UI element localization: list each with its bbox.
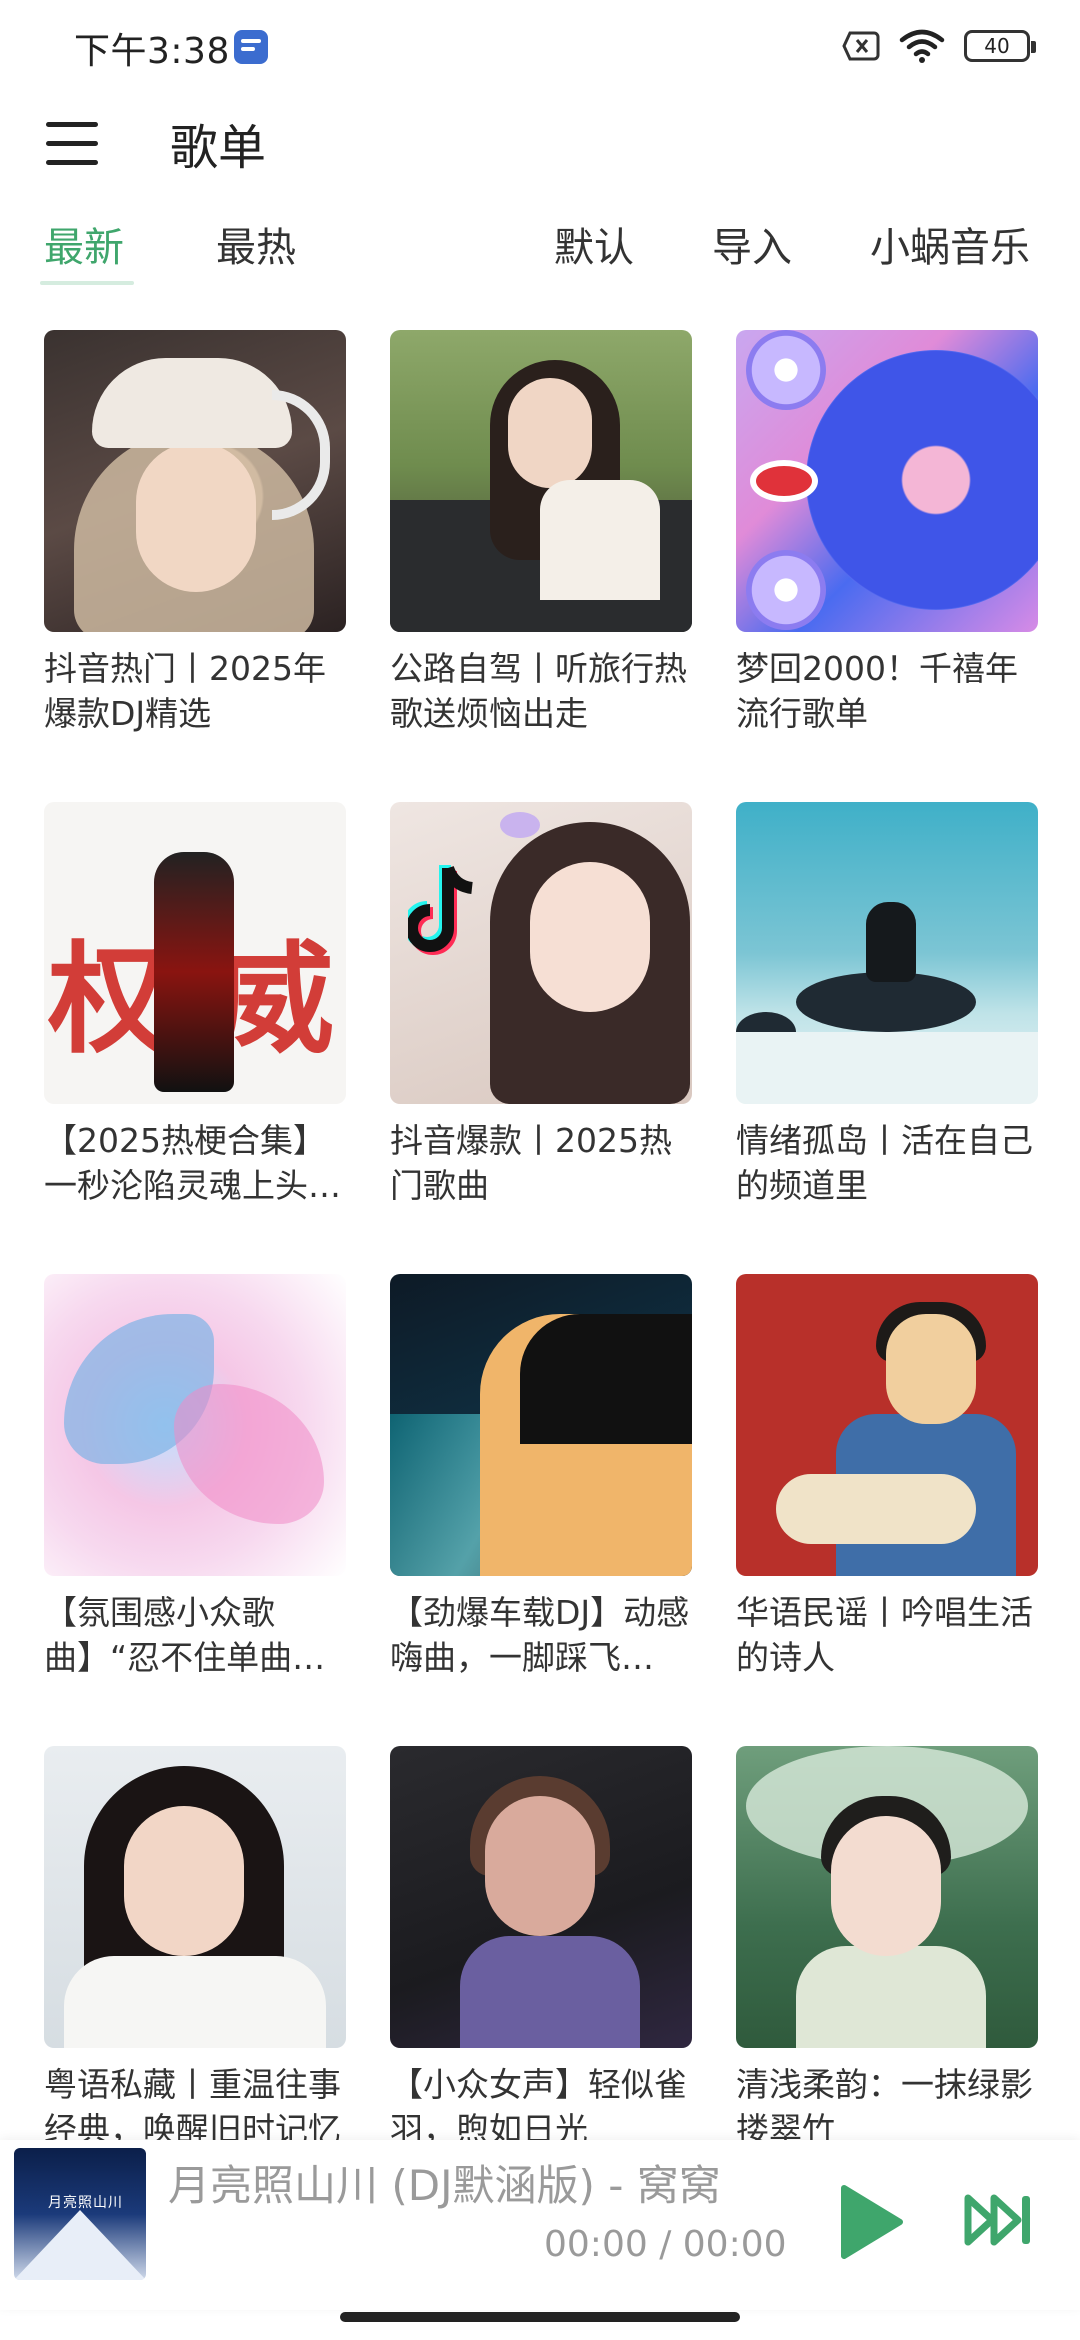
playlist-title: 情绪孤岛丨活在自己的频道里 — [736, 1121, 1033, 1205]
tab-bar: 最新 最热 默认 导入 小蜗音乐 — [0, 215, 1080, 295]
playlist-card[interactable]: 权威 【2025热梗合集】一秒沦陷灵魂上头… — [44, 802, 346, 1208]
playlist-card[interactable]: 粤语私藏丨重温往事经典，唤醒旧时记忆 — [44, 1746, 346, 2152]
playlist-title: 抖音爆款丨2025热门歌曲 — [390, 1121, 672, 1205]
playlist-card[interactable]: 公路自驾丨听旅行热歌送烦恼出走 — [390, 330, 692, 736]
playlist-card[interactable]: 【小众女声】轻似雀羽，煦如日光 — [390, 1746, 692, 2152]
next-track-button[interactable] — [962, 2190, 1038, 2250]
playlist-title: 【劲爆车载DJ】动感嗨曲，一脚踩飞… — [390, 1593, 690, 1677]
music-app-icon — [234, 30, 268, 64]
playlist-cover — [44, 330, 346, 632]
playlist-card[interactable]: 情绪孤岛丨活在自己的频道里 — [736, 802, 1038, 1208]
playlist-title: 公路自驾丨听旅行热歌送烦恼出走 — [390, 649, 687, 733]
playlist-card[interactable]: 【氛围感小众歌曲】“忍不住单曲循环！” — [44, 1274, 346, 1680]
now-playing-cover[interactable]: 月亮照山川 — [14, 2148, 146, 2280]
playlist-card[interactable]: 【劲爆车载DJ】动感嗨曲，一脚踩飞… — [390, 1274, 692, 1680]
playlist-cover — [736, 1746, 1038, 2048]
playlist-cover — [736, 802, 1038, 1104]
app-header: 歌单 — [0, 90, 1080, 230]
tiktok-logo-icon — [408, 865, 473, 955]
playlist-card[interactable]: 梦回2000！千禧年流行歌单 — [736, 330, 1038, 736]
home-indicator[interactable] — [340, 2312, 740, 2322]
playlist-card[interactable]: 抖音热门丨2025年爆款DJ精选 — [44, 330, 346, 736]
tab-import[interactable]: 导入 — [712, 215, 792, 273]
status-time: 下午3:38 — [74, 31, 230, 72]
mini-player[interactable]: 月亮照山川 月亮照山川 (DJ默涵版) - 窝窝 00:00 / 00:00 — [0, 2140, 1080, 2310]
playlist-title: 清浅柔韵：一抹绿影搂翠竹 — [736, 2065, 1033, 2149]
tab-indicator — [40, 281, 134, 285]
tab-xiaowo-music[interactable]: 小蜗音乐 — [870, 215, 1030, 273]
playlist-cover — [390, 330, 692, 632]
playlist-cover — [736, 330, 1038, 632]
playlist-cover — [390, 1274, 692, 1576]
playlist-title: 【小众女声】轻似雀羽，煦如日光 — [390, 2065, 687, 2149]
playlist-card[interactable]: 华语民谣丨吟唱生活的诗人 — [736, 1274, 1038, 1680]
battery-level: 40 — [984, 34, 1010, 58]
menu-icon[interactable] — [46, 122, 100, 166]
page-title: 歌单 — [170, 120, 267, 176]
status-icons: 40 — [842, 28, 1036, 64]
playlist-card[interactable]: 清浅柔韵：一抹绿影搂翠竹 — [736, 1746, 1038, 2152]
status-bar: 下午3:38 40 — [0, 0, 1080, 90]
tab-hottest[interactable]: 最热 — [216, 215, 296, 273]
playlist-title: 梦回2000！千禧年流行歌单 — [736, 649, 1018, 733]
playlist-title: 粤语私藏丨重温往事经典，唤醒旧时记忆 — [44, 2065, 341, 2149]
playback-time: 00:00 / 00:00 — [544, 2224, 787, 2265]
cover-text: 月亮照山川 — [48, 2195, 123, 2211]
playlist-cover — [736, 1274, 1038, 1576]
playlist-cover: 权威 — [44, 802, 346, 1104]
playlist-title: 【氛围感小众歌曲】“忍不住单曲循环！” — [44, 1593, 326, 1677]
playlist-card[interactable]: 抖音爆款丨2025热门歌曲 — [390, 802, 692, 1208]
tab-newest[interactable]: 最新 — [44, 215, 124, 273]
playlist-cover — [390, 1746, 692, 2048]
tab-default[interactable]: 默认 — [554, 215, 634, 273]
playlist-cover — [44, 1746, 346, 2048]
battery-icon: 40 — [964, 30, 1036, 62]
playlist-title: 华语民谣丨吟唱生活的诗人 — [736, 1593, 1033, 1677]
playlist-cover — [44, 1274, 346, 1576]
playlist-title: 抖音热门丨2025年爆款DJ精选 — [44, 649, 326, 733]
playlist-cover — [390, 802, 692, 1104]
sim-off-icon — [842, 31, 880, 61]
wifi-icon — [899, 29, 945, 63]
playlist-title: 【2025热梗合集】一秒沦陷灵魂上头… — [44, 1121, 341, 1205]
play-button[interactable] — [836, 2182, 906, 2262]
now-playing-title: 月亮照山川 (DJ默涵版) - 窝窝 — [168, 2161, 721, 2210]
